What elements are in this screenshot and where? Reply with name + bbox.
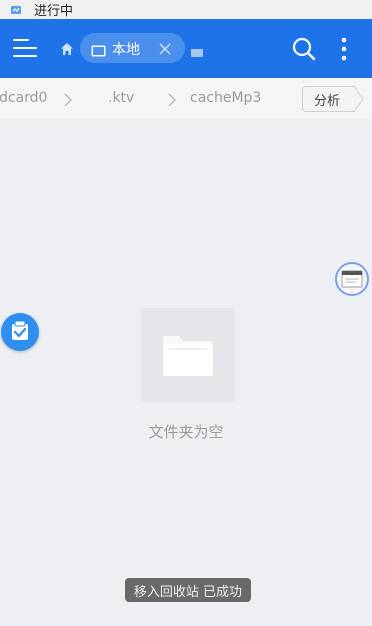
window-thumbnail-icon[interactable]	[335, 262, 369, 296]
chevron-right-icon	[63, 92, 73, 107]
tablet-icon	[91, 42, 106, 57]
close-icon[interactable]	[158, 41, 172, 55]
analyze-label: 分析	[314, 94, 341, 109]
app-bar: 本地	[0, 19, 372, 78]
chevron-right-icon	[167, 92, 177, 107]
more-vertical-icon[interactable]	[337, 36, 351, 62]
status-text: 进行中	[34, 4, 74, 19]
empty-folder-text: 文件夹为空	[148, 423, 224, 441]
search-icon[interactable]	[291, 36, 317, 62]
toast-text: 移入回收站 已成功	[133, 584, 243, 600]
analyze-button[interactable]: 分析	[302, 86, 364, 112]
breadcrumb-item[interactable]: cacheMp3	[190, 90, 261, 106]
menu-icon[interactable]	[13, 37, 37, 59]
toast: 移入回收站 已成功	[125, 578, 251, 602]
app-status-icon	[10, 4, 22, 16]
location-label: 本地	[112, 42, 140, 58]
location-tab[interactable]: 本地	[80, 33, 185, 63]
empty-folder-placeholder	[141, 308, 235, 402]
breadcrumb-item[interactable]: dcard0	[0, 90, 47, 106]
status-bar: 进行中	[0, 0, 372, 19]
checklist-icon[interactable]	[1, 313, 39, 351]
home-icon[interactable]	[60, 41, 74, 55]
breadcrumb-item[interactable]: .ktv	[108, 90, 134, 106]
window-tab-icon[interactable]	[190, 43, 204, 57]
folder-icon	[141, 336, 235, 406]
